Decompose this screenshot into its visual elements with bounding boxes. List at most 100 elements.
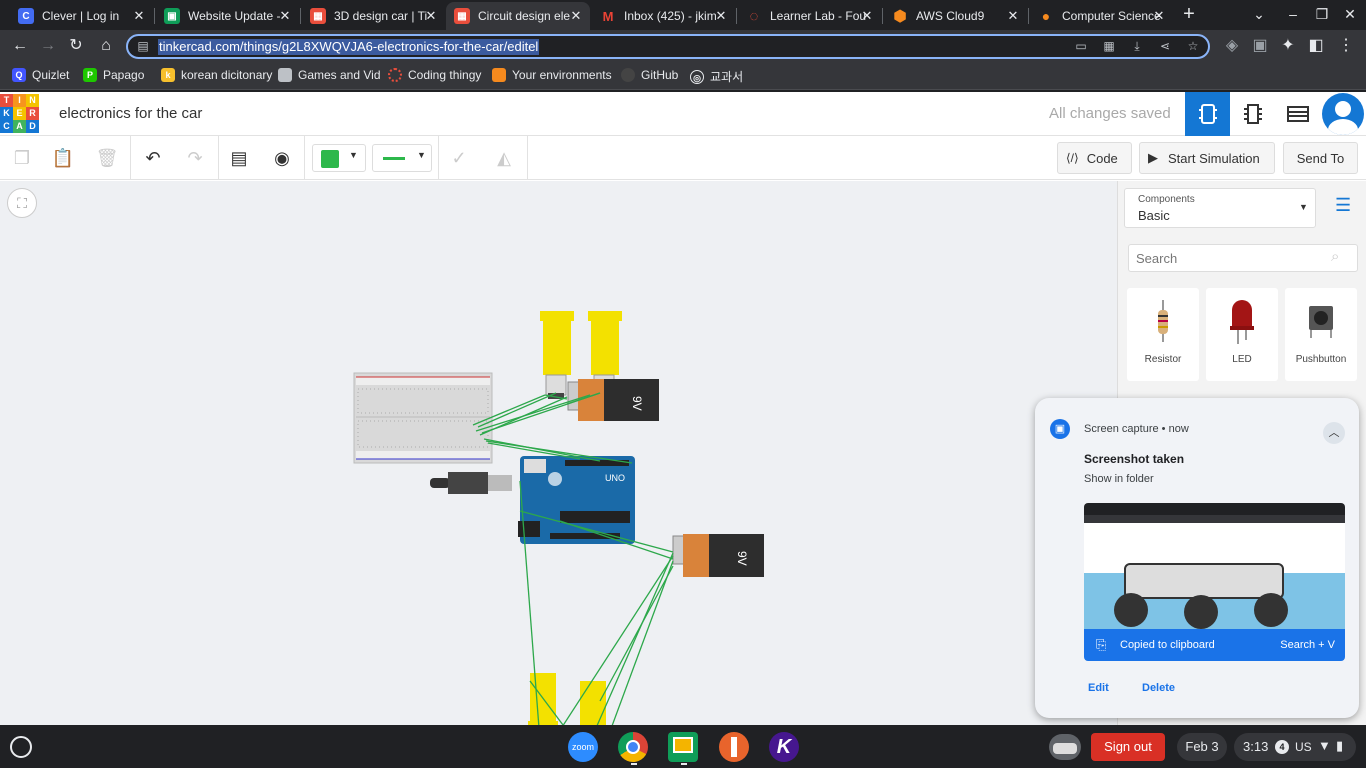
share-icon[interactable]: ⋖	[1156, 39, 1174, 55]
tinkercad-logo[interactable]: TIN KER CAD	[0, 94, 40, 134]
cast-icon[interactable]: ▭	[1072, 39, 1090, 55]
component-led[interactable]: LED	[1206, 288, 1278, 381]
reload-button[interactable]: ↻	[64, 34, 88, 58]
view-notes-icon[interactable]: ◉	[267, 144, 297, 172]
notes-icon[interactable]: ▤	[224, 144, 254, 172]
close-icon[interactable]: ✕	[713, 8, 729, 24]
close-window-button[interactable]: ✕	[1338, 4, 1362, 24]
bookmark-star-icon[interactable]: ☆	[1184, 39, 1202, 55]
side-panel-icon[interactable]: ◧	[1304, 34, 1328, 58]
send-to-button[interactable]: Send To	[1283, 142, 1358, 174]
paste-icon[interactable]: 📋	[48, 144, 78, 172]
tab-inbox[interactable]: M Inbox (425) - jkim ✕	[592, 2, 735, 30]
schematic-view-button[interactable]	[1230, 92, 1275, 136]
shield-extension-icon[interactable]: ◈	[1220, 34, 1244, 58]
bookmark-coding[interactable]: Coding thingy	[388, 68, 481, 82]
bookmark-quizlet[interactable]: Q Quizlet	[12, 68, 69, 82]
user-avatar[interactable]	[1049, 734, 1081, 760]
tab-title: Inbox (425) - jkim	[624, 9, 717, 23]
circuit-canvas[interactable]: ⛶ UNO 9V 9V	[0, 181, 1117, 725]
back-button[interactable]: ←	[8, 34, 32, 58]
tab-search-chevron-icon[interactable]: ⌄	[1247, 4, 1271, 24]
close-icon[interactable]: ✕	[859, 8, 875, 24]
screenshot-preview[interactable]	[1084, 503, 1345, 629]
close-icon[interactable]: ✕	[131, 8, 147, 24]
tab-circuit-design[interactable]: ▦ Circuit design ele ✕	[446, 2, 590, 30]
extension-icon[interactable]: ▣	[1248, 34, 1272, 58]
edit-button[interactable]: Edit	[1088, 682, 1109, 694]
components-dropdown[interactable]: Components Basic ▼	[1124, 188, 1316, 228]
delete-icon[interactable]: 🗑	[92, 144, 122, 172]
chrome-icon[interactable]	[618, 732, 648, 762]
wire-color-dropdown[interactable]: ▼	[312, 144, 366, 172]
tab-title: Computer Science	[1062, 9, 1161, 23]
circuit-drawing[interactable]: UNO 9V 9V	[0, 181, 1117, 725]
color-swatch	[321, 150, 339, 168]
puzzle-icon[interactable]: ✦	[1276, 34, 1300, 58]
zoom-icon[interactable]: zoom	[568, 732, 598, 762]
list-view-toggle-icon[interactable]: ☰	[1335, 195, 1351, 216]
bookmark-korean-dictionary[interactable]: k korean dicitonary	[161, 68, 272, 82]
search-input[interactable]: Search ⌕	[1128, 244, 1358, 272]
tinkercad-icon: ▦	[310, 8, 326, 24]
collapse-button[interactable]: ︿	[1323, 422, 1345, 444]
wire-type-dropdown[interactable]: ▼	[372, 144, 432, 172]
pencil-icon[interactable]	[719, 732, 749, 762]
component-resistor[interactable]: Resistor	[1127, 288, 1199, 381]
search-icon: ⌕	[1331, 248, 1340, 265]
circuit-view-button[interactable]	[1185, 92, 1230, 136]
component-list-button[interactable]	[1275, 92, 1320, 136]
url-text[interactable]: tinkercad.com/things/g2L8XWQVJA6-electro…	[158, 39, 540, 55]
site-info-icon[interactable]: ▤	[134, 39, 152, 55]
bookmark-papago[interactable]: P Papago	[83, 68, 144, 82]
redo-icon[interactable]: ↷	[180, 144, 210, 172]
new-tab-button[interactable]: +	[1177, 4, 1201, 24]
close-icon[interactable]: ✕	[568, 8, 584, 24]
tab-clever[interactable]: C Clever | Log in ✕	[10, 2, 153, 30]
tab-learner-lab[interactable]: ◌ Learner Lab - Fou ✕	[738, 2, 881, 30]
show-in-folder-link[interactable]: Show in folder	[1084, 473, 1154, 485]
papago-icon: P	[83, 68, 97, 82]
component-pushbutton[interactable]: Pushbutton	[1285, 288, 1357, 381]
status-tray[interactable]: 3:13 4 US ▼ ▮	[1234, 733, 1356, 761]
close-icon[interactable]: ✕	[423, 8, 439, 24]
avatar[interactable]	[1322, 93, 1364, 135]
sign-out-button[interactable]: Sign out	[1091, 733, 1165, 761]
menu-icon[interactable]: ⋮	[1334, 34, 1358, 58]
bookmark-github[interactable]: GitHub	[621, 68, 678, 82]
date-button[interactable]: Feb 3	[1177, 733, 1227, 761]
home-button[interactable]: ⌂	[94, 34, 118, 58]
minimize-button[interactable]: –	[1281, 4, 1305, 24]
maximize-button[interactable]: ❐	[1310, 4, 1334, 24]
delete-button[interactable]: Delete	[1142, 682, 1175, 694]
bookmark-textbook[interactable]: ◎ 교과서	[690, 68, 743, 85]
rotate-icon[interactable]: ✓	[444, 144, 474, 172]
bookmarks-bar: Q Quizlet P Papago k korean dicitonary Game…	[0, 62, 1366, 90]
bookmark-environments[interactable]: Your environments	[492, 68, 612, 82]
install-icon[interactable]: ⤓	[1128, 39, 1146, 55]
project-title[interactable]: electronics for the car	[59, 105, 202, 122]
kahoot-icon[interactable]: K	[769, 732, 799, 762]
close-icon[interactable]: ✕	[1151, 8, 1167, 24]
flip-icon[interactable]: ◭	[489, 144, 519, 172]
undo-icon[interactable]: ↶	[138, 144, 168, 172]
qr-icon[interactable]: ▦	[1100, 39, 1118, 55]
tab-aws-cloud9[interactable]: ⬢ AWS Cloud9 ✕	[884, 2, 1027, 30]
code-button[interactable]: ⟨/⟩ Code	[1057, 142, 1132, 174]
tab-computer-science[interactable]: ● Computer Science ✕	[1030, 2, 1173, 30]
address-bar[interactable]: ▤ tinkercad.com/things/g2L8XWQVJA6-elect…	[126, 34, 1210, 59]
coding-icon	[388, 68, 402, 82]
start-simulation-button[interactable]: ▶ Start Simulation	[1139, 142, 1275, 174]
close-icon[interactable]: ✕	[1005, 8, 1021, 24]
copy-icon[interactable]: ❐	[7, 144, 37, 172]
forward-button[interactable]: →	[36, 34, 60, 58]
tab-3d-design[interactable]: ▦ 3D design car | Ti ✕	[302, 2, 445, 30]
bookmark-games[interactable]: Games and Vid	[278, 68, 381, 82]
classroom-icon[interactable]	[668, 732, 698, 762]
tab-website-update[interactable]: ▣ Website Update - ✕	[156, 2, 299, 30]
launcher-button[interactable]	[10, 736, 32, 758]
folder-icon	[278, 68, 292, 82]
close-icon[interactable]: ✕	[277, 8, 293, 24]
play-icon: ▶	[1148, 150, 1158, 165]
code-icon: ⟨/⟩	[1066, 151, 1079, 165]
